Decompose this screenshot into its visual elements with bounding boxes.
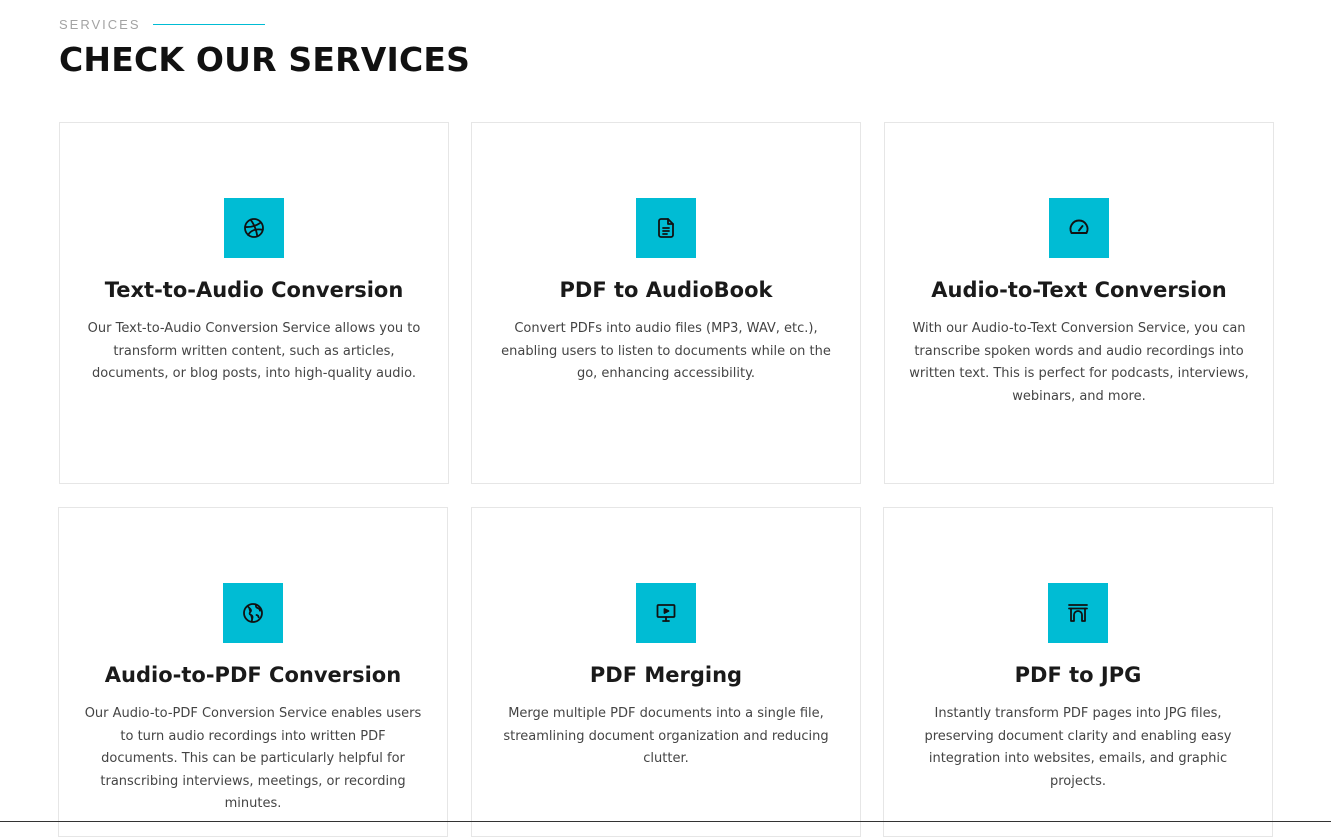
service-icon-box[interactable] <box>223 583 283 643</box>
section-eyebrow: SERVICES <box>59 16 141 32</box>
service-title[interactable]: Text-to-Audio Conversion <box>60 276 448 304</box>
presentation-icon <box>656 604 676 622</box>
speedometer-icon <box>1069 219 1089 234</box>
service-title[interactable]: Audio-to-Text Conversion <box>885 276 1273 304</box>
service-description: Our Audio-to-PDF Conversion Service enab… <box>84 706 422 811</box>
section-header: SERVICES CHECK OUR SERVICES <box>59 14 470 80</box>
document-icon <box>658 218 674 238</box>
service-icon-box[interactable] <box>1049 198 1109 258</box>
globe-icon <box>243 603 263 623</box>
service-icon-box[interactable] <box>636 583 696 643</box>
service-title[interactable]: PDF Merging <box>472 661 860 689</box>
service-description: With our Audio-to-Text Conversion Servic… <box>909 321 1249 404</box>
service-card-pdf-merging[interactable]: PDF Merging Merge multiple PDF documents… <box>471 507 861 837</box>
service-icon-box[interactable] <box>636 198 696 258</box>
service-card-audio-to-pdf[interactable]: Audio-to-PDF Conversion Our Audio-to-PDF… <box>58 507 448 837</box>
eyebrow-row: SERVICES <box>59 14 470 34</box>
service-title[interactable]: PDF to AudioBook <box>472 276 860 304</box>
page-title: CHECK OUR SERVICES <box>59 40 471 79</box>
service-card-audio-to-text[interactable]: Audio-to-Text Conversion With our Audio-… <box>884 122 1274 484</box>
archway-icon <box>1068 604 1088 622</box>
service-description: Instantly transform PDF pages into JPG f… <box>924 706 1232 789</box>
service-title[interactable]: Audio-to-PDF Conversion <box>59 661 447 689</box>
service-description: Convert PDFs into audio files (MP3, WAV,… <box>501 321 831 381</box>
service-title[interactable]: PDF to JPG <box>884 661 1272 689</box>
eyebrow-accent-line <box>152 23 265 25</box>
service-card-pdf-to-audiobook[interactable]: PDF to AudioBook Convert PDFs into audio… <box>471 122 861 484</box>
service-description: Our Text-to-Audio Conversion Service all… <box>87 321 421 381</box>
service-icon-box[interactable] <box>224 198 284 258</box>
dribbble-icon <box>244 218 264 238</box>
service-card-pdf-to-jpg[interactable]: PDF to JPG Instantly transform PDF pages… <box>883 507 1273 837</box>
service-description: Merge multiple PDF documents into a sing… <box>503 706 829 766</box>
service-card-text-to-audio[interactable]: Text-to-Audio Conversion Our Text-to-Aud… <box>59 122 449 484</box>
service-icon-box[interactable] <box>1048 583 1108 643</box>
